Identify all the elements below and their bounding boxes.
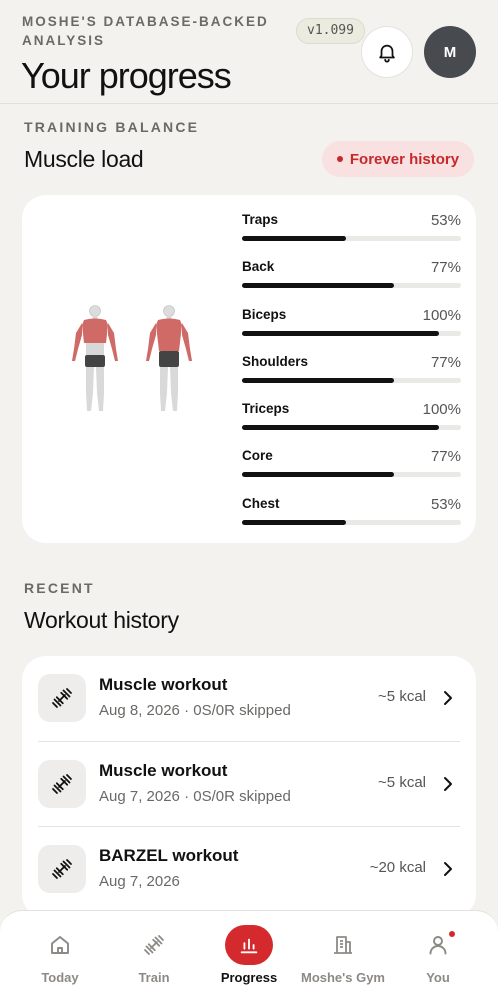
muscle-row-shoulders: Shoulders 77% [242,353,461,400]
muscle-percent: 100% [422,306,461,324]
back-body-figure [146,305,192,411]
muscle-percent: 77% [430,259,461,277]
nav-label: You [426,970,450,985]
nav-item-train[interactable]: Train [106,911,202,1000]
notification-dot-icon [449,931,455,937]
workout-title: Muscle workout [99,761,228,780]
chevron-right-icon [444,691,452,705]
muscle-bar-track [242,519,461,525]
muscle-bar-fill [242,283,394,289]
muscle-row-traps: Traps 53% [242,211,461,258]
muscle-bar-track [242,472,461,478]
muscle-bar-track [242,425,461,431]
muscle-percent: 77% [430,353,461,371]
muscle-name: Triceps [242,401,290,417]
nav-item-today[interactable]: Today [12,911,108,1000]
muscle-percent: 100% [422,401,461,419]
muscle-percent: 53% [430,495,461,513]
muscle-row-triceps: Triceps 100% [242,400,461,447]
page-title: Your progress [21,55,232,96]
building-icon [319,925,367,965]
muscle-row-chest: Chest 53% [242,495,461,542]
muscle-row-biceps: Biceps 100% [242,306,461,353]
nav-label: Train [138,970,170,985]
muscle-bar-track [242,330,461,336]
muscle-bar-fill [242,425,440,431]
recent-overline: RECENT [24,580,95,596]
bar-chart-icon [225,925,273,965]
workout-kcal: ~20 kcal [369,859,426,876]
notifications-button[interactable] [361,26,413,78]
filter-dot-icon [336,156,343,162]
dumbbell-icon [38,845,86,893]
muscle-bar-fill [242,236,347,241]
muscle-bar-track [242,283,461,289]
muscle-name: Shoulders [242,353,309,369]
nav-item-progress[interactable]: Progress [201,911,297,1000]
workout-subtitle: Aug 8, 2026 · 0S/0R skipped [99,702,291,719]
muscle-row-back: Back 77% [242,258,461,305]
dumbbell-icon [38,760,86,808]
dumbbell-icon [38,674,86,722]
workout-kcal: ~5 kcal [378,688,426,705]
front-body-figure [72,305,118,411]
bell-icon [379,44,395,63]
workout-title: Muscle workout [99,675,228,694]
muscle-bar-fill [242,472,394,478]
muscle-bar-fill [242,330,440,336]
nav-item-you[interactable]: You [390,911,486,1000]
nav-item-gym[interactable]: Moshe's Gym [295,911,391,1000]
training-balance-overline: TRAINING BALANCE [24,119,200,135]
workout-row[interactable]: BARZEL workout Aug 7, 2026 ~20 kcal [38,826,460,911]
workout-kcal: ~5 kcal [378,774,426,791]
nav-label: Today [41,970,79,985]
body-muscle-map-icon [72,305,192,411]
dumbbell-icon [130,925,178,965]
muscle-bar-track [242,377,461,383]
muscle-name: Back [242,259,275,275]
chevron-right-icon [444,777,452,791]
bottom-nav: Today Train Progress Moshe's Gym You [0,910,498,1000]
workout-row[interactable]: Muscle workout Aug 7, 2026 · 0S/0R skipp… [38,741,460,826]
muscle-name: Traps [242,212,279,227]
version-badge: v1.099 [296,18,365,44]
nav-label: Moshe's Gym [300,970,385,985]
muscle-name: Chest [242,495,280,511]
workout-history-card: Muscle workout Aug 8, 2026 · 0S/0R skipp… [22,656,476,918]
avatar[interactable]: M [424,26,476,78]
muscle-row-core: Core 77% [242,447,461,494]
app-name: MOSHE'S DATABASE-BACKED ANALYSIS [22,14,269,48]
muscle-percent: 53% [430,212,461,229]
nav-label: Progress [220,970,278,985]
workout-subtitle: Aug 7, 2026 [99,873,180,890]
muscle-bar-fill [242,519,347,525]
workout-title: BARZEL workout [99,846,239,865]
muscle-load-card: Traps 53% Back 77% Biceps 100% Shoulders… [22,195,476,543]
home-icon [36,925,84,965]
top-header: MOSHE'S DATABASE-BACKED ANALYSIS v1.099 … [0,0,498,104]
muscle-name: Core [242,448,273,464]
workout-subtitle: Aug 7, 2026 · 0S/0R skipped [99,788,291,805]
chevron-right-icon [444,862,452,876]
muscle-name: Biceps [242,306,287,322]
person-icon [414,925,462,965]
workout-history-title: Workout history [24,607,179,633]
workout-row[interactable]: Muscle workout Aug 8, 2026 · 0S/0R skipp… [38,656,460,741]
muscle-bar-fill [242,377,394,383]
muscle-percent: 77% [430,448,461,466]
filter-chip-label: Forever history [349,150,460,168]
muscle-bar-track [242,236,461,241]
muscle-bars: Traps 53% Back 77% Biceps 100% Shoulders… [242,211,461,542]
history-filter-chip[interactable]: Forever history [322,141,474,177]
muscle-load-title: Muscle load [24,146,144,172]
